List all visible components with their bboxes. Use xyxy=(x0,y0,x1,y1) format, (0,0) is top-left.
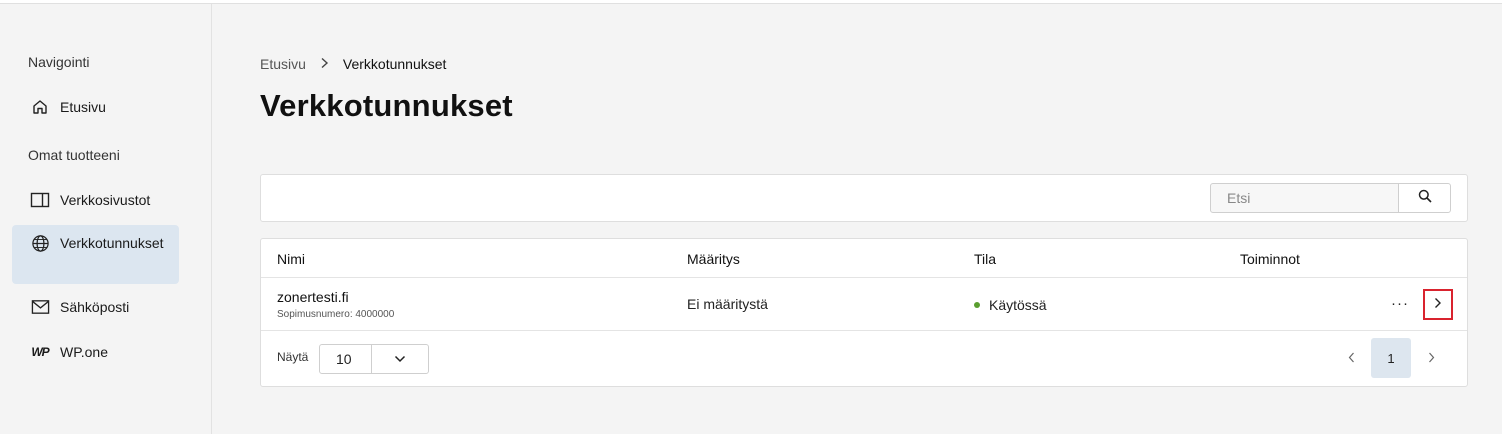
nav-heading: Navigointi xyxy=(28,54,90,70)
prev-page-button[interactable] xyxy=(1339,347,1363,371)
breadcrumb-current: Verkkotunnukset xyxy=(342,56,447,72)
sidebar-item-verkkosivustot[interactable]: Verkkosivustot xyxy=(12,190,179,214)
sidebar-item-verkkotunnukset[interactable]: Verkkotunnukset xyxy=(12,225,179,284)
breadcrumb-home-link[interactable]: Etusivu xyxy=(260,56,306,72)
search-input[interactable] xyxy=(1210,183,1399,213)
divider xyxy=(261,330,1467,331)
status-dot-icon xyxy=(974,302,980,308)
search-bar xyxy=(260,174,1468,222)
domains-table: Nimi Määritys Tila Toiminnot zonertesti.… xyxy=(260,238,1468,387)
search-icon xyxy=(1418,189,1432,208)
search-button[interactable] xyxy=(1398,183,1451,213)
sidebar-item-label: Etusivu xyxy=(60,99,106,115)
page-title: Verkkotunnukset xyxy=(260,88,513,123)
home-icon xyxy=(30,97,50,117)
divider xyxy=(261,277,1467,278)
sidebar-item-label: Verkkotunnukset xyxy=(60,235,164,251)
main-content: Etusivu Verkkotunnukset Verkkotunnukset … xyxy=(212,4,1502,434)
sidebar-item-etusivu[interactable]: Etusivu xyxy=(12,97,179,121)
config-value: Ei määritystä xyxy=(687,296,768,312)
sidebar-item-label: Sähköposti xyxy=(60,299,130,315)
next-page-button[interactable] xyxy=(1419,347,1443,371)
chevron-right-icon xyxy=(1428,350,1435,368)
wp-icon: WP xyxy=(30,342,50,362)
chevron-down-icon xyxy=(372,345,428,373)
sidebar-item-sahkoposti[interactable]: Sähköposti xyxy=(12,297,179,321)
status-label: Käytössä xyxy=(989,297,1047,313)
breadcrumb-separator-icon xyxy=(320,56,329,72)
page-number-button[interactable]: 1 xyxy=(1371,338,1411,378)
globe-icon xyxy=(30,233,50,253)
page-size-select[interactable]: 10 xyxy=(319,344,429,374)
column-header-name[interactable]: Nimi xyxy=(277,251,305,267)
contract-number: Sopimusnumero: 4000000 xyxy=(277,309,395,320)
page-size-value: 10 xyxy=(320,345,372,373)
sidebar-item-label: Verkkosivustot xyxy=(60,192,151,208)
sidebar-item-label: WP.one xyxy=(60,344,108,360)
page-size-label: Näytä xyxy=(277,350,309,364)
column-header-status[interactable]: Tila xyxy=(974,251,996,267)
website-icon xyxy=(30,190,50,210)
breadcrumb: Etusivu Verkkotunnukset xyxy=(260,56,446,72)
column-header-actions: Toiminnot xyxy=(1240,251,1300,267)
column-header-config[interactable]: Määritys xyxy=(687,251,740,267)
mail-icon xyxy=(30,297,50,317)
chevron-left-icon xyxy=(1348,350,1355,368)
domain-name[interactable]: zonertesti.fi xyxy=(277,289,349,305)
products-heading: Omat tuotteeni xyxy=(28,147,120,163)
wp-logo-text: WP xyxy=(31,345,49,359)
ellipsis-icon: ··· xyxy=(1391,294,1409,312)
sidebar-item-wpone[interactable]: WP WP.one xyxy=(12,342,179,366)
sidebar: Navigointi Etusivu Omat tuotteeni Verkko… xyxy=(0,4,212,434)
more-actions-button[interactable]: ··· xyxy=(1389,289,1411,317)
status-badge: Käytössä xyxy=(974,297,1047,313)
chevron-right-icon xyxy=(1434,296,1442,314)
open-details-button[interactable] xyxy=(1423,289,1453,320)
